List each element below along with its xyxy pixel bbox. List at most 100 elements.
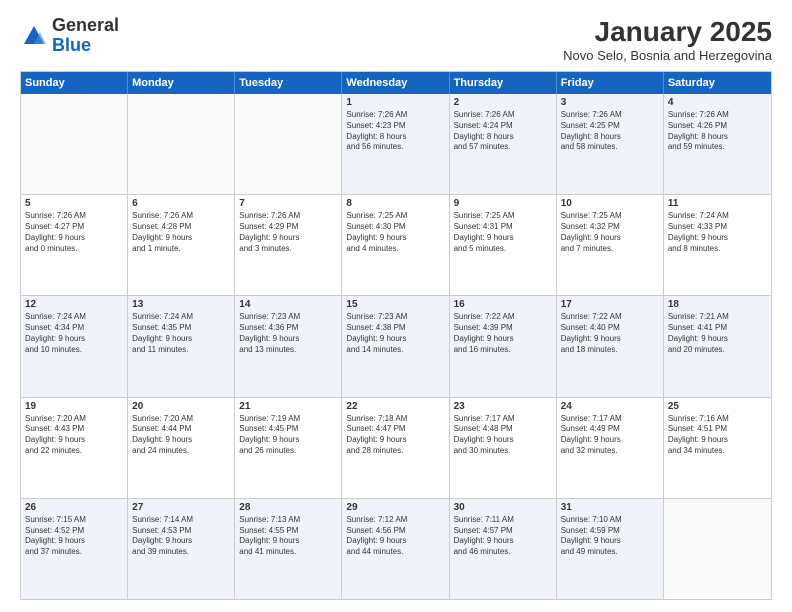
calendar-cell: 23 Sunrise: 7:17 AMSunset: 4:48 PMDayligh…: [450, 398, 557, 498]
cell-info: Sunrise: 7:23 AMSunset: 4:36 PMDaylight:…: [239, 312, 337, 355]
cell-info: Sunrise: 7:22 AMSunset: 4:40 PMDaylight:…: [561, 312, 659, 355]
calendar-cell: 5 Sunrise: 7:26 AMSunset: 4:27 PMDaylight…: [21, 195, 128, 295]
calendar-cell: 11Sunrise: 7:24 AMSunset: 4:33 PMDayligh…: [664, 195, 771, 295]
calendar-cell: 9 Sunrise: 7:25 AMSunset: 4:31 PMDaylight…: [450, 195, 557, 295]
weekday-header: Sunday: [21, 72, 128, 94]
cell-info: Sunrise: 7:14 AMSunset: 4:53 PMDaylight:…: [132, 515, 230, 558]
logo-icon: [20, 22, 48, 50]
calendar-row: 12 Sunrise: 7:24 AMSunset: 4:34 PMDayligh…: [21, 296, 771, 397]
logo-blue-text: Blue: [52, 35, 91, 55]
calendar-cell: 2 Sunrise: 7:26 AMSunset: 4:24 PMDaylight…: [450, 94, 557, 194]
calendar-body: 1Sunrise: 7:26 AMSunset: 4:23 PMDaylight…: [21, 94, 771, 599]
day-number: 16: [454, 299, 552, 310]
cell-info: Sunrise: 7:26 AMSunset: 4:29 PMDaylight:…: [239, 211, 337, 254]
calendar-row: 19 Sunrise: 7:20 AMSunset: 4:43 PMDayligh…: [21, 398, 771, 499]
day-number: 10: [561, 198, 659, 209]
cell-info: Sunrise: 7:20 AMSunset: 4:43 PMDaylight:…: [25, 414, 123, 457]
calendar-cell: 3Sunrise: 7:26 AMSunset: 4:25 PMDaylight…: [557, 94, 664, 194]
day-number: 12: [25, 299, 123, 310]
calendar: SundayMondayTuesdayWednesdayThursdayFrid…: [20, 71, 772, 600]
day-number: 27: [132, 502, 230, 513]
day-number: 2: [454, 97, 552, 108]
cell-info: Sunrise: 7:15 AMSunset: 4:52 PMDaylight:…: [25, 515, 123, 558]
cell-info: Sunrise: 7:26 AMSunset: 4:27 PMDaylight:…: [25, 211, 123, 254]
day-number: 26: [25, 502, 123, 513]
cell-info: Sunrise: 7:22 AMSunset: 4:39 PMDaylight:…: [454, 312, 552, 355]
cell-info: Sunrise: 7:25 AMSunset: 4:32 PMDaylight:…: [561, 211, 659, 254]
cell-info: Sunrise: 7:23 AMSunset: 4:38 PMDaylight:…: [346, 312, 444, 355]
calendar-cell: [664, 499, 771, 599]
cell-info: Sunrise: 7:11 AMSunset: 4:57 PMDaylight:…: [454, 515, 552, 558]
page: General Blue January 2025 Novo Selo, Bos…: [0, 0, 792, 612]
day-number: 30: [454, 502, 552, 513]
day-number: 24: [561, 401, 659, 412]
calendar-cell: 24Sunrise: 7:17 AMSunset: 4:49 PMDayligh…: [557, 398, 664, 498]
cell-info: Sunrise: 7:20 AMSunset: 4:44 PMDaylight:…: [132, 414, 230, 457]
calendar-cell: 13Sunrise: 7:24 AMSunset: 4:35 PMDayligh…: [128, 296, 235, 396]
calendar-cell: [235, 94, 342, 194]
cell-info: Sunrise: 7:13 AMSunset: 4:55 PMDaylight:…: [239, 515, 337, 558]
location: Novo Selo, Bosnia and Herzegovina: [563, 48, 772, 63]
cell-info: Sunrise: 7:10 AMSunset: 4:59 PMDaylight:…: [561, 515, 659, 558]
weekday-header: Saturday: [664, 72, 771, 94]
weekday-header: Tuesday: [235, 72, 342, 94]
calendar-cell: 14 Sunrise: 7:23 AMSunset: 4:36 PMDayligh…: [235, 296, 342, 396]
weekday-header: Friday: [557, 72, 664, 94]
calendar-row: 1Sunrise: 7:26 AMSunset: 4:23 PMDaylight…: [21, 94, 771, 195]
calendar-cell: [128, 94, 235, 194]
calendar-cell: 26 Sunrise: 7:15 AMSunset: 4:52 PMDayligh…: [21, 499, 128, 599]
day-number: 5: [25, 198, 123, 209]
cell-info: Sunrise: 7:24 AMSunset: 4:34 PMDaylight:…: [25, 312, 123, 355]
calendar-cell: 20 Sunrise: 7:20 AMSunset: 4:44 PMDayligh…: [128, 398, 235, 498]
calendar-cell: 1Sunrise: 7:26 AMSunset: 4:23 PMDaylight…: [342, 94, 449, 194]
day-number: 29: [346, 502, 444, 513]
calendar-cell: 29 Sunrise: 7:12 AMSunset: 4:56 PMDayligh…: [342, 499, 449, 599]
cell-info: Sunrise: 7:26 AMSunset: 4:23 PMDaylight:…: [346, 110, 444, 153]
day-number: 23: [454, 401, 552, 412]
header: General Blue January 2025 Novo Selo, Bos…: [20, 16, 772, 63]
cell-info: Sunrise: 7:17 AMSunset: 4:48 PMDaylight:…: [454, 414, 552, 457]
month-year: January 2025: [563, 16, 772, 48]
day-number: 4: [668, 97, 767, 108]
calendar-cell: 28 Sunrise: 7:13 AMSunset: 4:55 PMDayligh…: [235, 499, 342, 599]
cell-info: Sunrise: 7:26 AMSunset: 4:26 PMDaylight:…: [668, 110, 767, 153]
day-number: 14: [239, 299, 337, 310]
day-number: 8: [346, 198, 444, 209]
calendar-cell: 15 Sunrise: 7:23 AMSunset: 4:38 PMDayligh…: [342, 296, 449, 396]
cell-info: Sunrise: 7:26 AMSunset: 4:24 PMDaylight:…: [454, 110, 552, 153]
calendar-cell: 19 Sunrise: 7:20 AMSunset: 4:43 PMDayligh…: [21, 398, 128, 498]
day-number: 3: [561, 97, 659, 108]
cell-info: Sunrise: 7:25 AMSunset: 4:30 PMDaylight:…: [346, 211, 444, 254]
calendar-row: 5 Sunrise: 7:26 AMSunset: 4:27 PMDaylight…: [21, 195, 771, 296]
calendar-cell: 21 Sunrise: 7:19 AMSunset: 4:45 PMDayligh…: [235, 398, 342, 498]
day-number: 6: [132, 198, 230, 209]
calendar-cell: 18Sunrise: 7:21 AMSunset: 4:41 PMDayligh…: [664, 296, 771, 396]
day-number: 17: [561, 299, 659, 310]
day-number: 22: [346, 401, 444, 412]
day-number: 11: [668, 198, 767, 209]
day-number: 15: [346, 299, 444, 310]
calendar-cell: 25 Sunrise: 7:16 AMSunset: 4:51 PMDayligh…: [664, 398, 771, 498]
cell-info: Sunrise: 7:26 AMSunset: 4:28 PMDaylight:…: [132, 211, 230, 254]
day-number: 21: [239, 401, 337, 412]
cell-info: Sunrise: 7:24 AMSunset: 4:35 PMDaylight:…: [132, 312, 230, 355]
cell-info: Sunrise: 7:16 AMSunset: 4:51 PMDaylight:…: [668, 414, 767, 457]
day-number: 9: [454, 198, 552, 209]
title-section: January 2025 Novo Selo, Bosnia and Herze…: [563, 16, 772, 63]
cell-info: Sunrise: 7:21 AMSunset: 4:41 PMDaylight:…: [668, 312, 767, 355]
calendar-cell: 31Sunrise: 7:10 AMSunset: 4:59 PMDayligh…: [557, 499, 664, 599]
calendar-cell: 4 Sunrise: 7:26 AMSunset: 4:26 PMDaylight…: [664, 94, 771, 194]
day-number: 19: [25, 401, 123, 412]
day-number: 7: [239, 198, 337, 209]
calendar-cell: 10 Sunrise: 7:25 AMSunset: 4:32 PMDayligh…: [557, 195, 664, 295]
calendar-cell: 8 Sunrise: 7:25 AMSunset: 4:30 PMDaylight…: [342, 195, 449, 295]
day-number: 28: [239, 502, 337, 513]
day-number: 20: [132, 401, 230, 412]
calendar-cell: 12 Sunrise: 7:24 AMSunset: 4:34 PMDayligh…: [21, 296, 128, 396]
cell-info: Sunrise: 7:25 AMSunset: 4:31 PMDaylight:…: [454, 211, 552, 254]
logo-general-text: General: [52, 15, 119, 35]
day-number: 25: [668, 401, 767, 412]
calendar-row: 26 Sunrise: 7:15 AMSunset: 4:52 PMDayligh…: [21, 499, 771, 599]
cell-info: Sunrise: 7:19 AMSunset: 4:45 PMDaylight:…: [239, 414, 337, 457]
cell-info: Sunrise: 7:12 AMSunset: 4:56 PMDaylight:…: [346, 515, 444, 558]
